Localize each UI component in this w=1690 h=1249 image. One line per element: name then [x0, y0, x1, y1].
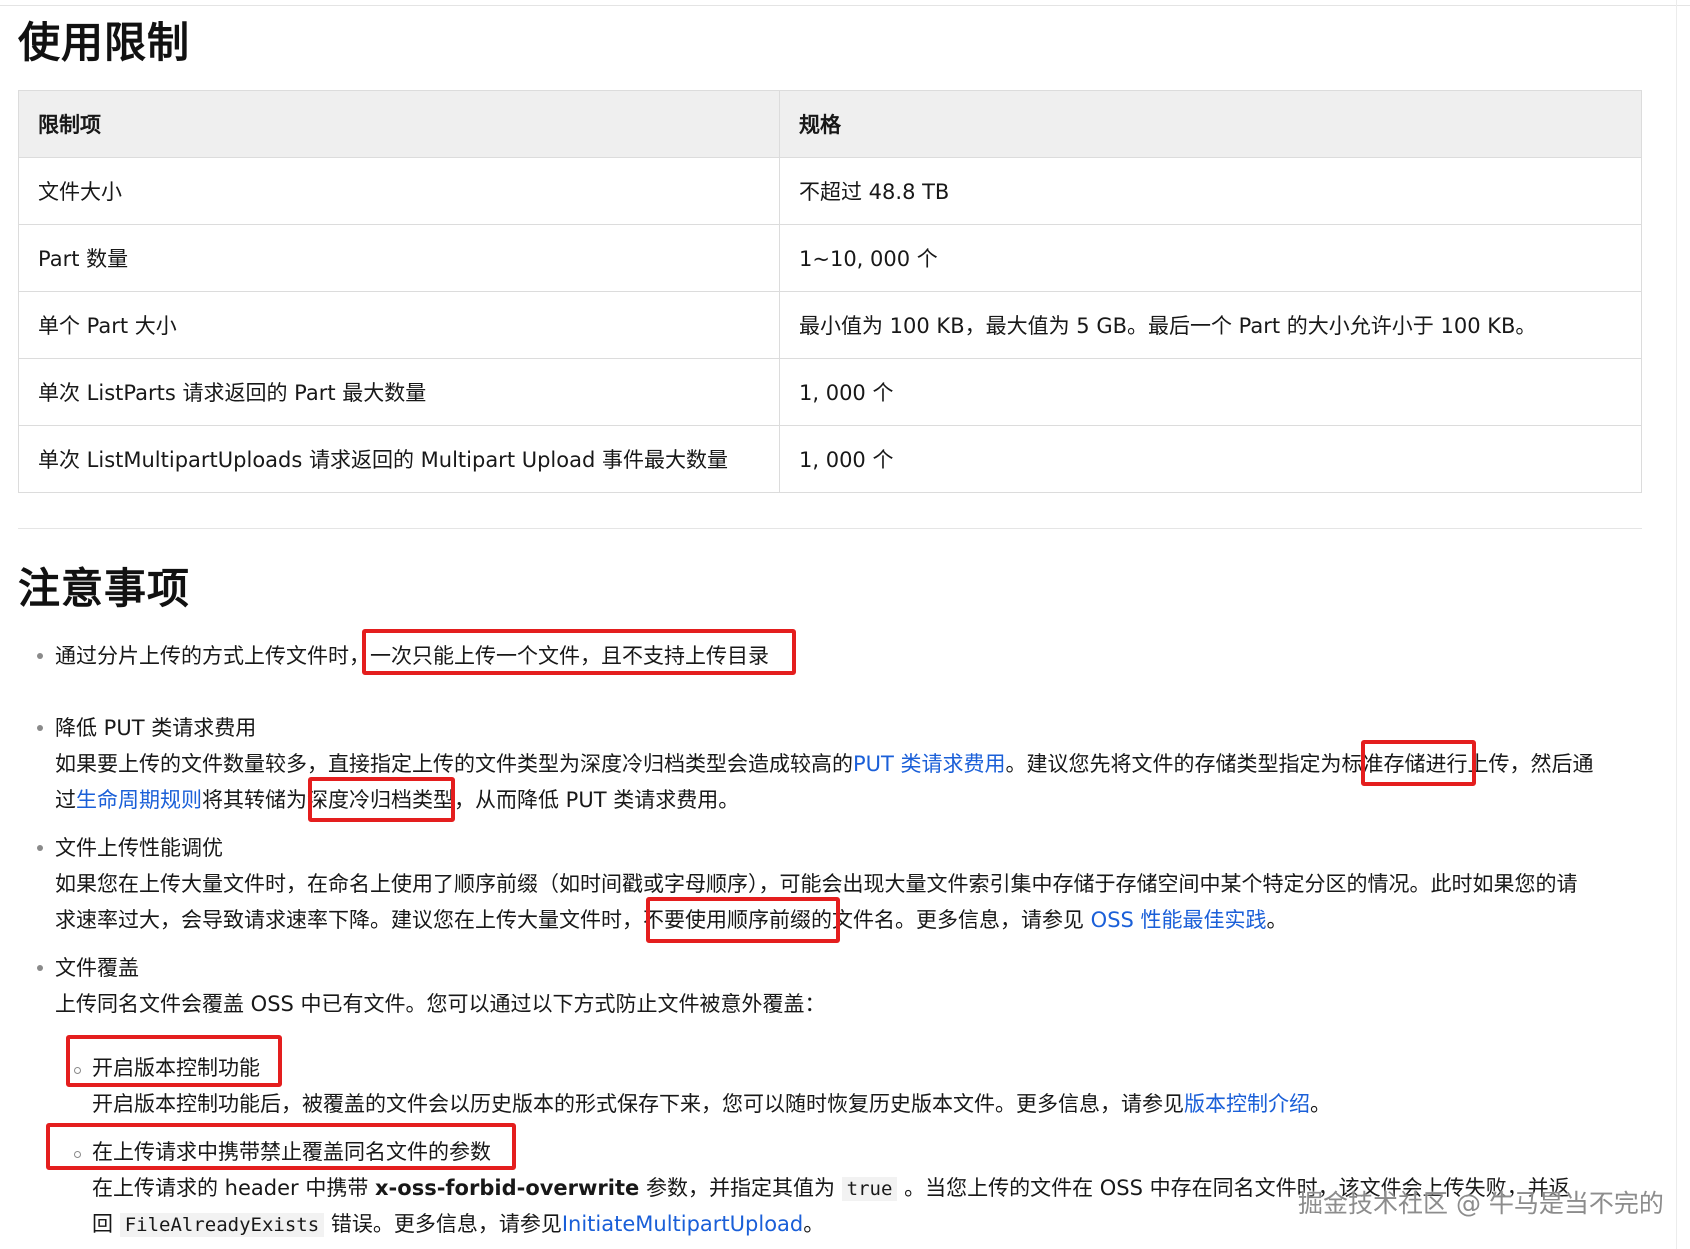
watermark: 掘金技术社区 @ 牛马是当不完的: [1298, 1189, 1664, 1218]
inline-code: FileAlreadyExists: [119, 1213, 325, 1237]
link-versioning-intro[interactable]: 版本控制介绍: [1184, 1092, 1310, 1116]
table-cell: 1~10, 000 个: [779, 224, 1642, 292]
note-text: 回: [92, 1212, 120, 1236]
highlight-box: [362, 629, 796, 675]
inline-code: true: [841, 1177, 898, 1201]
note-heading-put-cost: 降低 PUT 类请求费用: [55, 716, 257, 740]
note-text: 求速率过大，会导致请求速率下降。建议您在上传大量文件时，不要使用顺序前缀的文件名…: [55, 908, 1091, 932]
bullet-dot: [37, 845, 43, 851]
note-text: 过: [55, 788, 76, 812]
link-oss-best-practices[interactable]: OSS 性能最佳实践: [1091, 908, 1267, 932]
param-name: x-oss-forbid-overwrite: [375, 1176, 640, 1200]
note-text: 错误。更多信息，请参见: [324, 1212, 562, 1236]
table-cell: 单次 ListParts 请求返回的 Part 最大数量: [18, 358, 780, 426]
highlight-box: [1361, 740, 1476, 786]
bullet-dot: [37, 725, 43, 731]
limits-table: 限制项 规格 文件大小 不超过 48.8 TB Part 数量 1~10, 00…: [18, 90, 1642, 493]
bullet-dot: [37, 653, 43, 659]
note-heading-overwrite: 文件覆盖: [55, 956, 139, 980]
note-text: 。: [1266, 908, 1288, 932]
table-cell: 单个 Part 大小: [18, 291, 780, 359]
note-heading-performance: 文件上传性能调优: [55, 836, 223, 860]
table-row: 单个 Part 大小 最小值为 100 KB，最大值为 5 GB。最后一个 Pa…: [18, 291, 1642, 359]
note-text: 。: [803, 1212, 825, 1236]
note-text: 通过分片上传的方式上传文件时，: [55, 644, 370, 668]
highlight-box: [66, 1035, 282, 1087]
column-header-limit: 限制项: [18, 90, 780, 158]
note-text: 在上传请求的 header 中携带: [92, 1176, 376, 1200]
table-cell: Part 数量: [18, 224, 780, 292]
link-initiate-multipart-upload[interactable]: InitiateMultipartUpload: [562, 1212, 803, 1236]
note-paragraph-line: 回 FileAlreadyExists 错误。更多信息，请参见InitiateM…: [92, 1206, 824, 1243]
table-cell: 单次 ListMultipartUploads 请求返回的 Multipart …: [18, 425, 780, 493]
table-cell: 1, 000 个: [779, 425, 1642, 493]
table-cell: 文件大小: [18, 157, 780, 225]
note-text: 将其转储为深度冷归档类型，从而降低 PUT 类请求费用。: [202, 788, 740, 812]
column-header-spec: 规格: [779, 90, 1642, 158]
note-paragraph-line: 开启版本控制功能后，被覆盖的文件会以历史版本的形式保存下来，您可以随时恢复历史版…: [92, 1086, 1331, 1122]
note-text: 。建议您先将文件的存储类型指定为标准存储进行上传，然后通: [1005, 752, 1594, 776]
table-row: 单次 ListMultipartUploads 请求返回的 Multipart …: [18, 425, 1642, 493]
highlight-box: [646, 897, 840, 943]
link-put-request-fee[interactable]: PUT 类请求费用: [853, 752, 1006, 776]
table-cell: 不超过 48.8 TB: [779, 157, 1642, 225]
link-lifecycle-rules[interactable]: 生命周期规则: [76, 788, 202, 812]
scroll-edge: [1676, 0, 1677, 1249]
section-title-limits: 使用限制: [18, 18, 191, 67]
highlight-box: [308, 777, 455, 822]
note-text: 如果要上传的文件数量较多，直接指定上传的文件类型为深度冷归档类型会造成较高的: [55, 752, 853, 776]
table-row: 单次 ListParts 请求返回的 Part 最大数量 1, 000 个: [18, 358, 1642, 426]
table-header-row: 限制项 规格: [18, 90, 1642, 158]
table-cell: 1, 000 个: [779, 358, 1642, 426]
note-text: 参数，并指定其值为: [639, 1176, 842, 1200]
section-divider: [18, 528, 1642, 529]
section-title-notes: 注意事项: [18, 564, 191, 613]
note-text: 开启版本控制功能后，被覆盖的文件会以历史版本的形式保存下来，您可以随时恢复历史版…: [92, 1092, 1184, 1116]
note-text: 。: [1310, 1092, 1331, 1116]
highlight-box: [46, 1123, 516, 1170]
table-row: Part 数量 1~10, 000 个: [18, 224, 1642, 292]
top-rule: [0, 5, 1690, 6]
table-row: 文件大小 不超过 48.8 TB: [18, 157, 1642, 225]
bullet-dot: [37, 965, 43, 971]
note-paragraph-line: 上传同名文件会覆盖 OSS 中已有文件。您可以通过以下方式防止文件被意外覆盖：: [55, 992, 826, 1016]
table-cell: 最小值为 100 KB，最大值为 5 GB。最后一个 Part 的大小允许小于 …: [779, 291, 1642, 359]
